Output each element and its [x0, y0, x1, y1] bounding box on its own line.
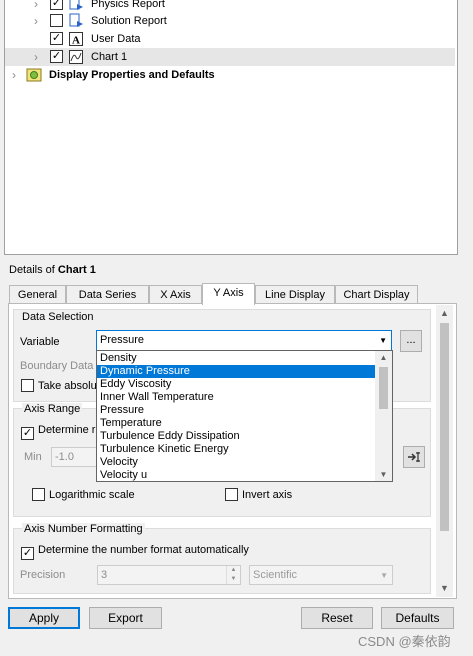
determine-range-checkbox[interactable]: ✓ Determine ra [21, 424, 102, 440]
spinner-arrows-icon[interactable]: ▲ ▼ [226, 566, 240, 584]
tree-checkbox[interactable]: ✓ [50, 50, 63, 63]
scroll-down-icon[interactable]: ▼ [436, 580, 453, 597]
pick-value-button[interactable] [403, 446, 425, 468]
report-icon [69, 0, 83, 10]
checkbox-box[interactable]: ✓ [21, 427, 34, 440]
tree-checkbox[interactable] [50, 14, 63, 27]
variable-label: Variable [20, 336, 60, 348]
checkbox-box[interactable] [225, 488, 238, 501]
chevron-right-icon[interactable]: › [9, 66, 19, 84]
browse-button[interactable]: ... [400, 330, 422, 352]
take-absolute-checkbox[interactable]: Take absolu [21, 379, 97, 392]
tree-item-user-data[interactable]: ✓ A User Data [5, 30, 455, 48]
chevron-down-icon: ▼ [380, 571, 388, 580]
tab-data-series[interactable]: Data Series [66, 285, 149, 304]
checkbox-label: Take absolu [38, 380, 97, 392]
watermark: CSDN @秦依韵 [358, 634, 451, 649]
variable-select-value: Pressure [100, 334, 145, 346]
tree-item-label: Chart 1 [91, 51, 128, 63]
dropdown-option[interactable]: Inner Wall Temperature [97, 391, 376, 404]
checkbox-box[interactable]: ✓ [21, 547, 34, 560]
details-object-name: Chart 1 [57, 264, 96, 276]
invert-axis-checkbox[interactable]: Invert axis [225, 488, 292, 501]
scroll-up-icon[interactable]: ▲ [375, 351, 392, 364]
tab-line-display[interactable]: Line Display [255, 285, 335, 304]
number-format-select[interactable]: Scientific ▼ [249, 565, 393, 585]
apply-button[interactable]: Apply [8, 607, 80, 629]
logarithmic-scale-checkbox[interactable]: Logarithmic scale [32, 488, 135, 501]
tab-y-axis[interactable]: Y Axis [202, 283, 255, 305]
reset-button[interactable]: Reset [301, 607, 373, 629]
precision-input[interactable]: 3 ▲ ▼ [97, 565, 241, 585]
tab-x-axis[interactable]: X Axis [149, 285, 202, 304]
group-title: Data Selection [22, 311, 94, 323]
svg-text:A: A [72, 35, 80, 47]
details-scrollbar[interactable]: ▲ ▼ [436, 305, 453, 597]
chevron-right-icon[interactable]: › [31, 12, 41, 30]
pick-arrow-icon [408, 452, 420, 462]
checkbox-label: Determine the number format automaticall… [38, 544, 249, 556]
tab-chart-display[interactable]: Chart Display [335, 285, 418, 304]
checkbox-label: Determine ra [38, 424, 102, 436]
tree-item-label: User Data [91, 33, 141, 45]
min-label: Min [24, 451, 42, 463]
text-a-icon: A [69, 32, 83, 47]
dropdown-option[interactable]: Turbulence Kinetic Energy [97, 443, 376, 456]
dropdown-option[interactable]: Temperature [97, 417, 376, 430]
export-button[interactable]: Export [89, 607, 162, 629]
boundary-data-label: Boundary Data [20, 360, 94, 372]
variable-dropdown-list[interactable]: Density Dynamic Pressure Eddy Viscosity … [96, 350, 393, 482]
precision-label: Precision [20, 569, 66, 581]
tab-general[interactable]: General [9, 285, 66, 304]
dropdown-option[interactable]: Turbulence Eddy Dissipation [97, 430, 376, 443]
dropdown-option-highlighted[interactable]: Dynamic Pressure [97, 365, 376, 378]
tab-bar: General Data Series X Axis Y Axis Line D… [9, 283, 459, 305]
dropdown-option[interactable]: Velocity [97, 456, 376, 469]
details-title: Details of Chart 1 [9, 264, 96, 276]
checkbox-label: Invert axis [242, 489, 293, 501]
details-prefix: Details of [9, 264, 58, 276]
dropdown-option[interactable]: Density [97, 352, 376, 365]
checkbox-box[interactable] [21, 379, 34, 392]
scrollbar-thumb[interactable] [440, 323, 449, 531]
group-axis-number-formatting: Axis Number Formatting ✓ Determine the nu… [13, 523, 431, 594]
chevron-right-icon[interactable]: › [31, 48, 41, 66]
number-format-value: Scientific [253, 569, 298, 581]
variable-select[interactable]: Pressure ▼ [96, 330, 392, 351]
tree-item-label: Display Properties and Defaults [49, 69, 215, 81]
auto-number-format-checkbox[interactable]: ✓ Determine the number format automatical… [21, 544, 249, 560]
chevron-down-icon: ▼ [379, 336, 387, 345]
scroll-down-icon[interactable]: ▼ [375, 468, 392, 481]
report-icon [69, 13, 83, 27]
dropdown-option[interactable]: Velocity u [97, 469, 376, 481]
defaults-button[interactable]: Defaults [381, 607, 454, 629]
tree-item-solution-report[interactable]: › Solution Report [5, 12, 455, 30]
group-title: Axis Number Formatting [22, 523, 145, 535]
tree-item-label: Solution Report [91, 15, 167, 27]
outline-tree-panel[interactable]: › ✓ Physics Report › Solution Report ✓ A… [4, 0, 458, 255]
scroll-up-icon[interactable]: ▲ [436, 305, 453, 322]
group-title: Axis Range [22, 403, 83, 415]
scrollbar-thumb[interactable] [379, 367, 388, 409]
tree-item-chart-1[interactable]: › ✓ Chart 1 [5, 48, 455, 66]
checkbox-label: Logarithmic scale [49, 489, 135, 501]
dropdown-option[interactable]: Eddy Viscosity [97, 378, 376, 391]
checkbox-box[interactable] [32, 488, 45, 501]
precision-value: 3 [101, 569, 108, 581]
tree-checkbox[interactable]: ✓ [50, 0, 63, 10]
dropdown-scrollbar[interactable]: ▲ ▼ [375, 351, 392, 481]
dropdown-option[interactable]: Pressure [97, 404, 376, 417]
tree-item-display-properties[interactable]: › Display Properties and Defaults [5, 66, 455, 84]
chart-icon [69, 50, 83, 64]
tree-checkbox[interactable]: ✓ [50, 32, 63, 45]
display-settings-icon [26, 68, 42, 82]
